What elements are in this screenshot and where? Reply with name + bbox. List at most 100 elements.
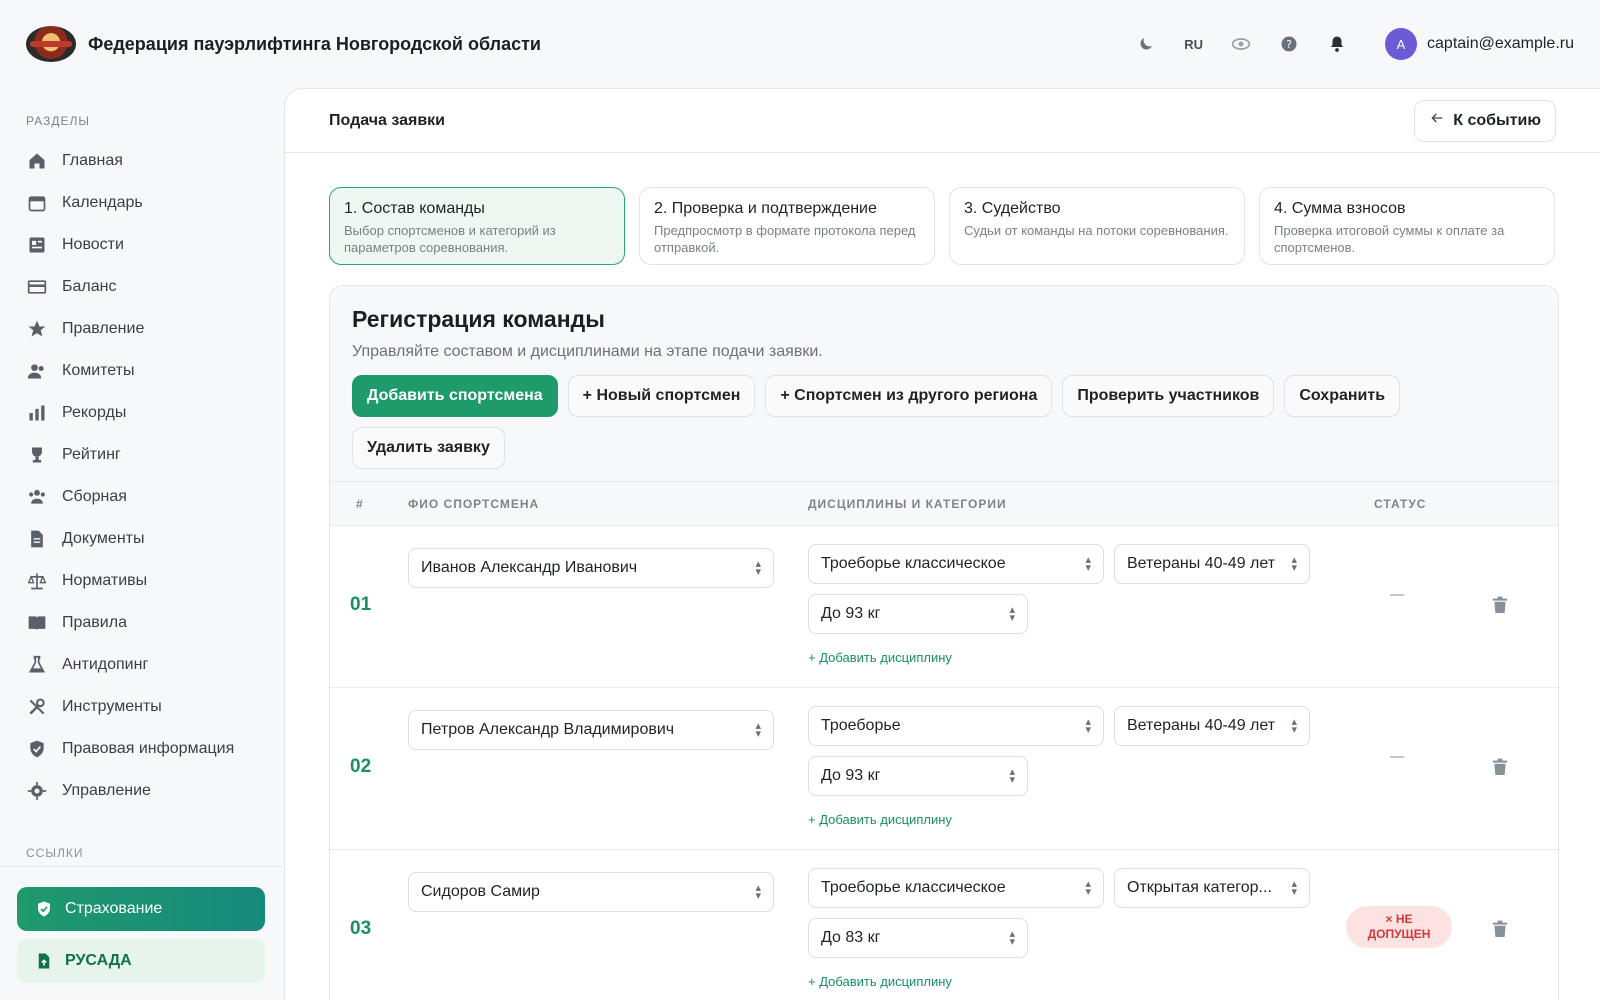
help-icon[interactable]: ? bbox=[1279, 34, 1299, 54]
status-badge: × НЕ ДОПУЩЕН bbox=[1346, 906, 1452, 948]
sidebar: РАЗДЕЛЫ Главная Календарь Новости Баланс… bbox=[0, 88, 282, 1000]
row-number: 02 bbox=[350, 756, 372, 777]
sidebar-item-legal[interactable]: Правовая информация bbox=[0, 728, 282, 770]
sidebar-item-national-team[interactable]: Сборная bbox=[0, 476, 282, 518]
bar-chart-icon bbox=[26, 402, 48, 424]
chevron-updown-icon: ▴ ▾ bbox=[1291, 716, 1297, 736]
check-participants-button[interactable]: Проверить участников bbox=[1062, 375, 1275, 417]
sidebar-item-calendar[interactable]: Календарь bbox=[0, 182, 282, 224]
sidebar-item-standards[interactable]: Нормативы bbox=[0, 560, 282, 602]
step-description: Выбор спортсменов и категорий из парамет… bbox=[344, 223, 556, 255]
sidebar-item-label: Новости bbox=[62, 236, 124, 253]
trophy-icon bbox=[26, 444, 48, 466]
sidebar-item-rules[interactable]: Правила bbox=[0, 602, 282, 644]
sidebar-item-committees[interactable]: Комитеты bbox=[0, 350, 282, 392]
sidebar-item-label: Правила bbox=[62, 614, 127, 631]
star-icon bbox=[26, 318, 48, 340]
chevron-updown-icon: ▴ ▾ bbox=[1085, 554, 1091, 574]
category-select[interactable]: Открытая категор... ▴ ▾ bbox=[1114, 868, 1310, 908]
user-email[interactable]: captain@example.ru bbox=[1427, 35, 1574, 53]
weight-class-select[interactable]: До 93 кг ▴ ▾ bbox=[808, 594, 1028, 634]
status-empty bbox=[1390, 756, 1404, 758]
step-team-composition[interactable]: 1. Состав команды Выбор спортсменов и ка… bbox=[329, 187, 625, 265]
bell-icon[interactable] bbox=[1327, 34, 1347, 54]
step-title: 4. Сумма взносов bbox=[1274, 200, 1406, 217]
sidebar-item-rusada[interactable]: РУСАДА bbox=[17, 939, 265, 983]
row-number: 01 bbox=[350, 594, 372, 615]
category-select-value: Ветераны 40-49 лет bbox=[1127, 555, 1276, 572]
wallet-icon bbox=[26, 276, 48, 298]
athlete-select[interactable]: Петров Александр Владимирович ▴ ▾ bbox=[408, 710, 774, 750]
chevron-updown-icon: ▴ ▾ bbox=[1085, 716, 1091, 736]
delete-application-button[interactable]: Удалить заявку bbox=[352, 427, 505, 469]
moon-icon[interactable] bbox=[1136, 34, 1156, 54]
sidebar-item-label: Рейтинг bbox=[62, 446, 121, 463]
sidebar-item-label: Управление bbox=[62, 782, 151, 799]
flask-icon bbox=[26, 654, 48, 676]
weight-class-select[interactable]: До 83 кг ▴ ▾ bbox=[808, 918, 1028, 958]
main-header: Подача заявки К событию bbox=[285, 89, 1600, 153]
scales-icon bbox=[26, 570, 48, 592]
chevron-updown-icon: ▴ ▾ bbox=[1009, 604, 1015, 624]
discipline-select-value: Троеборье bbox=[821, 717, 901, 734]
discipline-select[interactable]: Троеборье ▴ ▾ bbox=[808, 706, 1104, 746]
top-bar: Федерация пауэрлифтинга Новгородской обл… bbox=[0, 0, 1600, 88]
weight-class-select[interactable]: До 93 кг ▴ ▾ bbox=[808, 756, 1028, 796]
chevron-updown-icon: ▴ ▾ bbox=[1291, 878, 1297, 898]
discipline-select[interactable]: Троеборье классическое ▴ ▾ bbox=[808, 544, 1104, 584]
chevron-updown-icon: ▴ ▾ bbox=[1009, 928, 1015, 948]
card-title: Регистрация команды bbox=[352, 306, 605, 332]
athlete-select-value: Петров Александр Владимирович bbox=[421, 721, 675, 738]
sidebar-item-label: Документы bbox=[62, 530, 145, 547]
add-discipline-link[interactable]: + Добавить дисциплину bbox=[808, 974, 952, 989]
step-review[interactable]: 2. Проверка и подтверждение Предпросмотр… bbox=[639, 187, 935, 265]
sidebar-item-label: Антидопинг bbox=[62, 656, 149, 673]
card-header: Регистрация команды Управляйте составом … bbox=[330, 286, 1558, 482]
calendar-icon bbox=[26, 192, 48, 214]
step-fees[interactable]: 4. Сумма взносов Проверка итоговой суммы… bbox=[1259, 187, 1555, 265]
sidebar-item-insurance[interactable]: Страхование bbox=[17, 887, 265, 931]
book-icon bbox=[26, 612, 48, 634]
trash-icon[interactable] bbox=[1492, 596, 1508, 619]
step-description: Предпросмотр в формате протокола перед о… bbox=[654, 223, 916, 255]
add-athlete-button[interactable]: Добавить спортсмена bbox=[352, 375, 558, 417]
sidebar-item-records[interactable]: Рекорды bbox=[0, 392, 282, 434]
chevron-updown-icon: ▴ ▾ bbox=[755, 558, 761, 578]
sidebar-item-antidoping[interactable]: Антидопинг bbox=[0, 644, 282, 686]
team-registration-card: Регистрация команды Управляйте составом … bbox=[329, 285, 1559, 1000]
category-select[interactable]: Ветераны 40-49 лет ▴ ▾ bbox=[1114, 544, 1310, 584]
eye-icon[interactable] bbox=[1231, 34, 1251, 54]
back-to-event-button[interactable]: К событию bbox=[1414, 99, 1556, 142]
athlete-select[interactable]: Иванов Александр Иванович ▴ ▾ bbox=[408, 548, 774, 588]
add-discipline-link[interactable]: + Добавить дисциплину bbox=[808, 812, 952, 827]
save-button[interactable]: Сохранить bbox=[1284, 375, 1401, 417]
card-subtitle: Управляйте составом и дисциплинами на эт… bbox=[352, 343, 823, 360]
sidebar-item-management[interactable]: Управление bbox=[0, 770, 282, 812]
add-discipline-link[interactable]: + Добавить дисциплину bbox=[808, 650, 952, 665]
sidebar-item-documents[interactable]: Документы bbox=[0, 518, 282, 560]
new-athlete-button[interactable]: + Новый спортсмен bbox=[567, 375, 756, 417]
avatar[interactable]: A bbox=[1385, 28, 1418, 60]
category-select-value: Ветераны 40-49 лет bbox=[1127, 717, 1276, 734]
language-switch[interactable]: RU bbox=[1184, 37, 1203, 52]
sidebar-item-board[interactable]: Правление bbox=[0, 308, 282, 350]
sidebar-item-balance[interactable]: Баланс bbox=[0, 266, 282, 308]
sidebar-item-rating[interactable]: Рейтинг bbox=[0, 434, 282, 476]
document-icon bbox=[26, 528, 48, 550]
sidebar-item-label: Главная bbox=[62, 152, 123, 169]
step-judging[interactable]: 3. Судейство Судьи от команды на потоки … bbox=[949, 187, 1245, 265]
category-select[interactable]: Ветераны 40-49 лет ▴ ▾ bbox=[1114, 706, 1310, 746]
trash-icon[interactable] bbox=[1492, 920, 1508, 943]
federation-logo[interactable] bbox=[26, 26, 76, 62]
other-region-athlete-button[interactable]: + Спортсмен из другого региона bbox=[765, 375, 1053, 417]
column-num: # bbox=[356, 496, 364, 511]
sidebar-item-news[interactable]: Новости bbox=[0, 224, 282, 266]
sidebar-item-tools[interactable]: Инструменты bbox=[0, 686, 282, 728]
sidebar-item-home[interactable]: Главная bbox=[0, 140, 282, 182]
weight-class-select-value: До 93 кг bbox=[821, 767, 881, 784]
discipline-select[interactable]: Троеборье классическое ▴ ▾ bbox=[808, 868, 1104, 908]
shield-check-icon bbox=[33, 898, 55, 920]
trash-icon[interactable] bbox=[1492, 758, 1508, 781]
athlete-select[interactable]: Сидоров Самир ▴ ▾ bbox=[408, 872, 774, 912]
sidebar-item-label: Рекорды bbox=[62, 404, 127, 421]
